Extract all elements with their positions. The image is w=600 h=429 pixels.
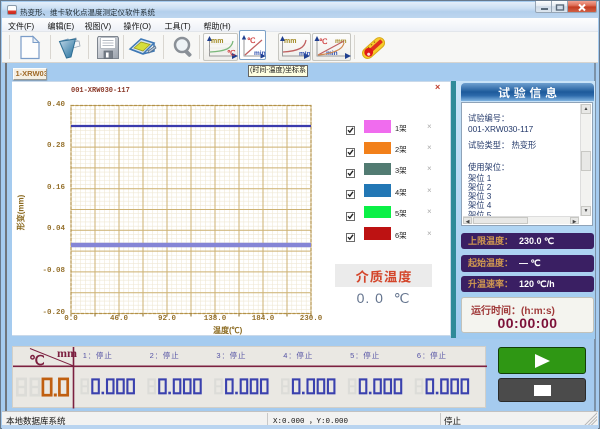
svg-text:min: min (254, 50, 266, 57)
svg-text:mm: mm (335, 38, 347, 45)
svg-text:℃: ℃ (319, 37, 328, 46)
svg-text:℃: ℃ (227, 49, 236, 58)
svg-text:mm: mm (211, 38, 223, 45)
svg-text:min: min (299, 51, 310, 58)
svg-text:mm: mm (284, 38, 296, 45)
svg-text:℃: ℃ (247, 36, 256, 45)
